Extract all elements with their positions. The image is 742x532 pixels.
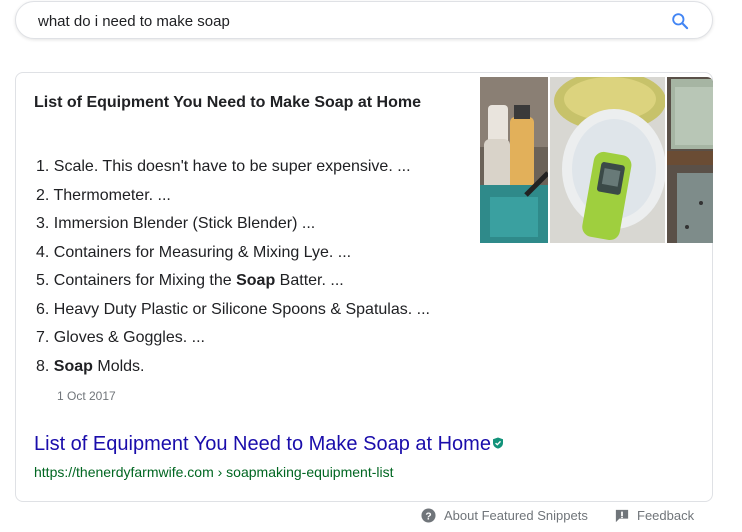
list-item-number: 4. — [36, 243, 50, 261]
list-item: 4. Containers for Measuring & Mixing Lye… — [36, 239, 476, 268]
about-featured-snippets-label: About Featured Snippets — [444, 508, 588, 523]
snippet-heading-pre: List of Equipment You — [34, 94, 207, 111]
list-item-text: Immersion Blender (Stick Blender) ... — [53, 215, 316, 232]
verified-shield-icon — [492, 437, 503, 449]
featured-snippet-card: List of Equipment You Need to Make Soap … — [15, 72, 713, 502]
equipment-list: 1. Scale. This doesn't have to be super … — [36, 153, 476, 381]
list-item-number: 7. — [36, 329, 50, 346]
list-item: 8. Soap Molds. — [36, 353, 476, 382]
result-url[interactable]: https://thenerdyfarmwife.com › soapmakin… — [34, 463, 393, 481]
list-item-number: 6. — [36, 300, 50, 318]
svg-text:?: ? — [425, 511, 431, 522]
list-item: 1. Scale. This doesn't have to be super … — [36, 153, 476, 182]
result-title-link[interactable]: List of Equipment You Need to Make Soap … — [34, 432, 504, 456]
list-item-bold: Soap — [236, 272, 276, 289]
list-item-number: 5. — [36, 272, 50, 289]
about-featured-snippets-link[interactable]: ? About Featured Snippets — [421, 508, 588, 523]
help-circle-icon: ? — [421, 508, 436, 523]
thumbnail-image-thermometer[interactable] — [550, 77, 665, 243]
list-item: 3. Immersion Blender (Stick Blender) ... — [36, 210, 476, 239]
list-item-bold: Soap — [53, 357, 93, 375]
thumbnail-image-soap-bars[interactable] — [667, 77, 713, 243]
list-item-number: 2. — [36, 186, 50, 204]
snippet-heading-highlight: Need to Make Soap — [206, 94, 354, 111]
search-icon[interactable] — [670, 11, 690, 31]
feedback-label: Feedback — [637, 508, 695, 523]
list-item-number: 1. — [36, 158, 50, 175]
snippet-heading-post: at Home — [353, 94, 422, 111]
list-item: 2. Thermometer. ... — [36, 182, 476, 211]
search-bar — [15, 1, 713, 39]
list-item-number: 8. — [36, 357, 50, 375]
list-item: 5. Containers for Mixing the Soap Batter… — [36, 267, 476, 296]
thumbnail-image-bottles[interactable] — [480, 77, 548, 243]
list-item-text-post: Molds. — [92, 357, 145, 375]
list-item-text: Heavy Duty Plastic or Silicone Spoons & … — [53, 300, 430, 318]
list-item-text: Gloves & Goggles. ... — [53, 329, 205, 346]
feedback-link[interactable]: Feedback — [615, 508, 694, 523]
list-item-text: Containers for Measuring & Mixing Lye. .… — [53, 243, 352, 261]
list-item-text: Scale. This doesn't have to be super exp… — [53, 158, 411, 175]
result-title-text: List of Equipment You Need to Make Soap … — [34, 433, 491, 455]
search-input[interactable] — [38, 11, 638, 31]
snippet-date: 1 Oct 2017 — [57, 389, 116, 403]
snippet-heading: List of Equipment You Need to Make Soap … — [34, 91, 454, 115]
list-item-text: Thermometer. ... — [53, 186, 171, 204]
list-item-text-post: Batter. ... — [275, 272, 344, 289]
list-item: 6. Heavy Duty Plastic or Silicone Spoons… — [36, 296, 476, 325]
list-item: 7. Gloves & Goggles. ... — [36, 324, 476, 353]
list-item-text: Containers for Mixing the — [53, 272, 237, 289]
snippet-image-gallery[interactable] — [480, 77, 713, 243]
feedback-flag-icon — [615, 509, 629, 522]
list-item-number: 3. — [36, 215, 50, 232]
